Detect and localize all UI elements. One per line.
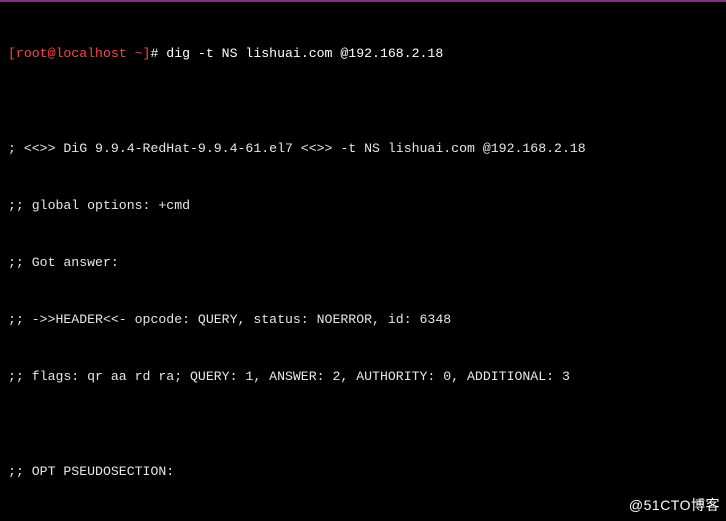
dig-version-line: ; <<>> DiG 9.9.4-RedHat-9.9.4-61.el7 <<>… (8, 139, 718, 158)
prompt-hash: # (150, 46, 166, 61)
flags-line: ;; flags: qr aa rd ra; QUERY: 1, ANSWER:… (8, 367, 718, 386)
got-answer-line: ;; Got answer: (8, 253, 718, 272)
command-text: dig -t NS lishuai.com @192.168.2.18 (166, 46, 443, 61)
terminal-window[interactable]: [root@localhost ~]# dig -t NS lishuai.co… (0, 0, 726, 521)
header-line: ;; ->>HEADER<<- opcode: QUERY, status: N… (8, 310, 718, 329)
opt-pseudosection-header: ;; OPT PSEUDOSECTION: (8, 462, 718, 481)
prompt-line-1: [root@localhost ~]# dig -t NS lishuai.co… (8, 44, 718, 63)
global-options-line: ;; global options: +cmd (8, 196, 718, 215)
watermark-text: @51CTO博客 (629, 496, 720, 515)
prompt-user-host: [root@localhost ~] (8, 46, 150, 61)
